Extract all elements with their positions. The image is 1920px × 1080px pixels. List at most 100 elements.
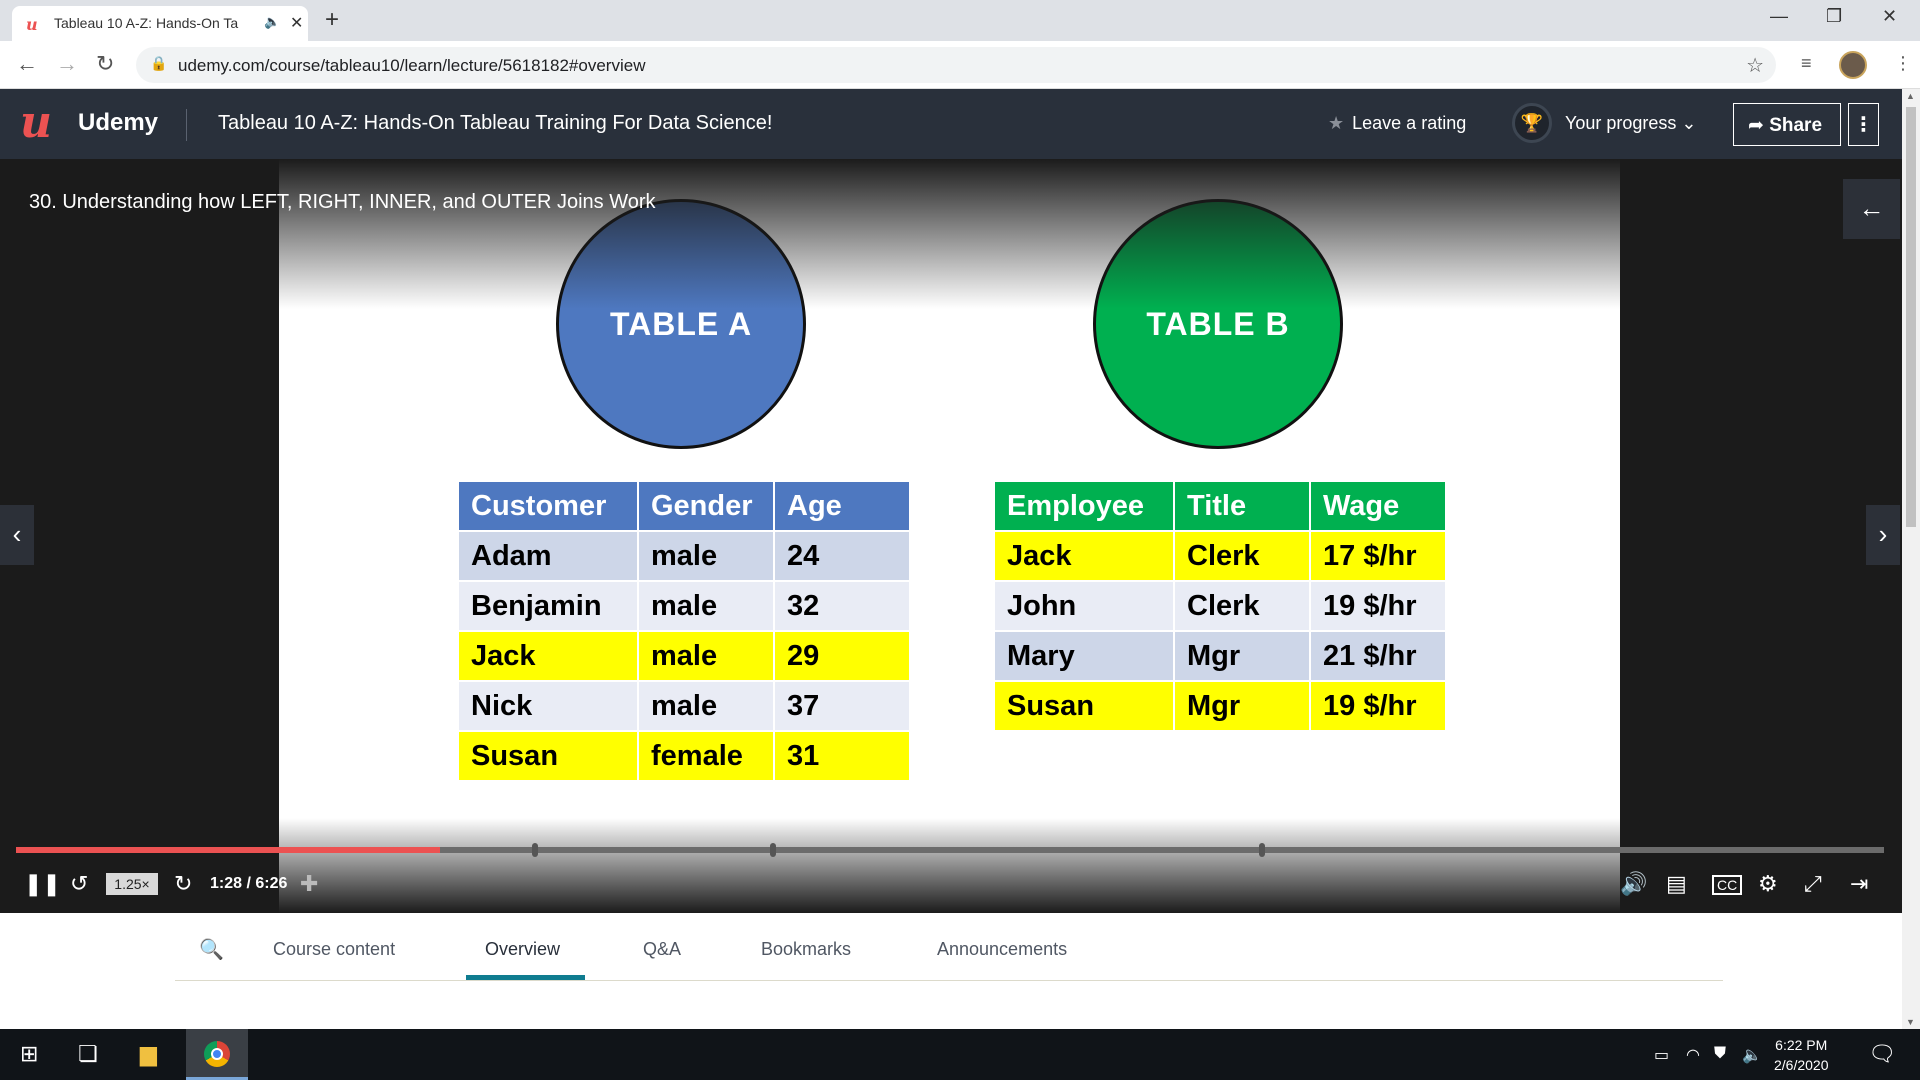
cell: Jack	[457, 630, 639, 682]
more-options-button[interactable]: ⋮	[1848, 103, 1879, 146]
speaker-icon[interactable]: 🔈	[1742, 1045, 1762, 1065]
cell: 37	[773, 680, 911, 732]
back-icon[interactable]: ←	[16, 51, 38, 77]
table-a: Customer Gender Age Adam male 24 Benjami…	[457, 480, 911, 782]
next-lecture-button[interactable]: ›	[1866, 505, 1900, 565]
search-icon[interactable]: 🔍	[199, 937, 224, 962]
browser-tab-strip: u Tableau 10 A-Z: Hands-On Ta 🔈 ✕ + — ❐ …	[0, 0, 1920, 41]
udemy-favicon-icon: u	[26, 15, 38, 34]
previous-lecture-button[interactable]: ‹	[0, 505, 34, 565]
windows-start-icon[interactable]: ⊞	[20, 1041, 38, 1067]
scrollbar-thumb[interactable]	[1906, 107, 1916, 527]
cell: 32	[773, 580, 911, 632]
tab-course-content[interactable]: Course content	[273, 939, 395, 960]
active-tab-indicator	[466, 975, 585, 980]
header-divider	[186, 109, 187, 141]
udemy-logo-text[interactable]: Udemy	[78, 109, 158, 137]
tab-audio-icon[interactable]: 🔈	[264, 14, 280, 30]
tab-announcements[interactable]: Announcements	[937, 939, 1067, 960]
table-row: Jack male 29	[457, 630, 911, 682]
reload-icon[interactable]: ↻	[96, 51, 114, 77]
battery-icon[interactable]: ▭	[1654, 1045, 1669, 1065]
playlist-icon[interactable]: ≡	[1801, 53, 1812, 74]
udemy-logo-icon[interactable]: u	[20, 101, 52, 145]
cell: 31	[773, 730, 911, 782]
bottom-gradient-overlay	[279, 818, 1620, 913]
tab-qa[interactable]: Q&A	[643, 939, 681, 960]
expand-sidebar-button[interactable]: ←	[1843, 179, 1900, 239]
rewind-icon[interactable]: ↺	[70, 871, 88, 897]
forward-5-icon[interactable]: ↻	[174, 871, 192, 897]
video-player[interactable]: TABLE A TABLE B Customer Gender Age Adam…	[0, 159, 1902, 913]
browser-menu-icon[interactable]: ⋮	[1894, 53, 1912, 74]
bookmark-star-icon[interactable]: ☆	[1746, 53, 1764, 78]
wifi-icon[interactable]: ◠	[1686, 1045, 1700, 1065]
file-explorer-icon[interactable]: ▆	[140, 1041, 157, 1067]
bookmark-marker[interactable]	[532, 843, 539, 857]
leave-rating-label: Leave a rating	[1352, 113, 1467, 133]
bookmark-marker[interactable]	[769, 843, 776, 857]
profile-avatar[interactable]	[1839, 51, 1867, 79]
url-text[interactable]: udemy.com/course/tableau10/learn/lecture…	[178, 56, 645, 76]
header-cell: Wage	[1309, 480, 1447, 532]
cell: 24	[773, 530, 911, 582]
tab-bookmarks[interactable]: Bookmarks	[761, 939, 851, 960]
tab-close-icon[interactable]: ✕	[290, 13, 303, 33]
forward-icon[interactable]: →	[56, 51, 78, 77]
cc-icon[interactable]: CC	[1712, 875, 1743, 895]
share-button[interactable]: ➦ Share	[1733, 103, 1841, 146]
cell: male	[637, 530, 775, 582]
task-view-icon[interactable]: ❏	[78, 1041, 98, 1067]
new-tab-button[interactable]: +	[325, 6, 339, 34]
cell: Susan	[457, 730, 639, 782]
bookmark-add-icon[interactable]: ✚	[300, 871, 318, 897]
your-progress-dropdown[interactable]: Your progress ⌄	[1565, 113, 1697, 134]
page-scrollbar[interactable]: ▲ ▼	[1902, 89, 1920, 1029]
table-b-header: Employee Title Wage	[993, 480, 1447, 532]
scroll-down-icon[interactable]: ▼	[1906, 1017, 1915, 1027]
header-cell: Customer	[457, 480, 639, 532]
address-bar[interactable]: 🔒 udemy.com/course/tableau10/learn/lectu…	[136, 47, 1776, 83]
volume-icon[interactable]: 🔊	[1620, 871, 1647, 897]
theater-icon[interactable]: ⇥	[1850, 871, 1868, 897]
window-close-icon[interactable]: ✕	[1882, 6, 1897, 27]
browser-tab-title: Tableau 10 A-Z: Hands-On Ta	[54, 15, 239, 31]
notifications-icon[interactable]: 🗨	[1868, 1041, 1896, 1067]
pause-icon[interactable]: ❚❚	[24, 871, 61, 897]
playback-speed-button[interactable]: 1.25×	[106, 873, 158, 895]
table-row: Mary Mgr 21 $/hr	[993, 630, 1447, 682]
top-gradient-overlay	[279, 159, 1620, 309]
browser-tab[interactable]: u Tableau 10 A-Z: Hands-On Ta 🔈 ✕	[12, 6, 308, 41]
table-row: Benjamin male 32	[457, 580, 911, 632]
browser-toolbar: ← → ↻ 🔒 udemy.com/course/tableau10/learn…	[0, 41, 1920, 89]
video-progress-fill	[16, 847, 441, 853]
cell: Clerk	[1173, 580, 1311, 632]
cell: Susan	[993, 680, 1175, 732]
chrome-taskbar-button[interactable]	[186, 1029, 248, 1080]
cell: Nick	[457, 680, 639, 732]
windows-taskbar: ⊞ ❏ ▆ ▭ ◠ ⛊ 🔈 6:22 PM 2/6/2020 🗨	[0, 1029, 1920, 1080]
fullscreen-icon[interactable]: ⤢	[1804, 871, 1822, 897]
cell: 21 $/hr	[1309, 630, 1447, 682]
cell: Clerk	[1173, 530, 1311, 582]
cell: 17 $/hr	[1309, 530, 1447, 582]
leave-rating-button[interactable]: ★ Leave a rating	[1328, 113, 1466, 134]
settings-icon[interactable]: ⚙	[1758, 871, 1778, 897]
trophy-icon[interactable]: 🏆	[1512, 103, 1552, 143]
security-shield-icon[interactable]: ⛊	[1714, 1045, 1726, 1063]
minimize-icon[interactable]: —	[1770, 6, 1788, 27]
tab-overview[interactable]: Overview	[485, 939, 560, 960]
header-cell: Age	[773, 480, 911, 532]
table-row: Susan female 31	[457, 730, 911, 782]
restore-icon[interactable]: ❐	[1826, 6, 1842, 27]
video-progress-bar[interactable]	[16, 843, 1884, 857]
scroll-up-icon[interactable]: ▲	[1906, 91, 1915, 101]
system-clock[interactable]: 6:22 PM 2/6/2020	[1774, 1035, 1829, 1075]
lecture-title: 30. Understanding how LEFT, RIGHT, INNER…	[29, 191, 656, 213]
bookmark-marker[interactable]	[1258, 843, 1265, 857]
table-row: Nick male 37	[457, 680, 911, 732]
content-tabs: 🔍 Course content Overview Q&A Bookmarks …	[175, 913, 1723, 981]
video-timecode: 1:28 / 6:26	[210, 875, 288, 892]
course-title[interactable]: Tableau 10 A-Z: Hands-On Tableau Trainin…	[218, 112, 772, 135]
transcript-icon[interactable]: ▤	[1666, 871, 1687, 897]
